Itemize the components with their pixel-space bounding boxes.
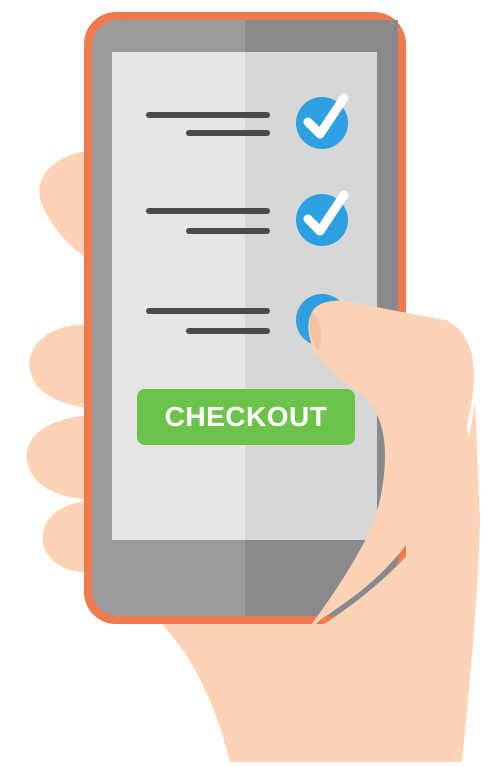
checkmark-circle-icon[interactable] xyxy=(296,190,349,246)
phone-in-hand-illustration: CHECKOUT xyxy=(0,0,500,762)
checkout-button[interactable]: CHECKOUT xyxy=(137,389,355,445)
checkmark-circle-icon[interactable] xyxy=(296,93,349,149)
screen-left-half xyxy=(112,52,245,540)
phone-device xyxy=(84,12,406,624)
check-circle-unchecked-icon[interactable] xyxy=(296,294,348,346)
